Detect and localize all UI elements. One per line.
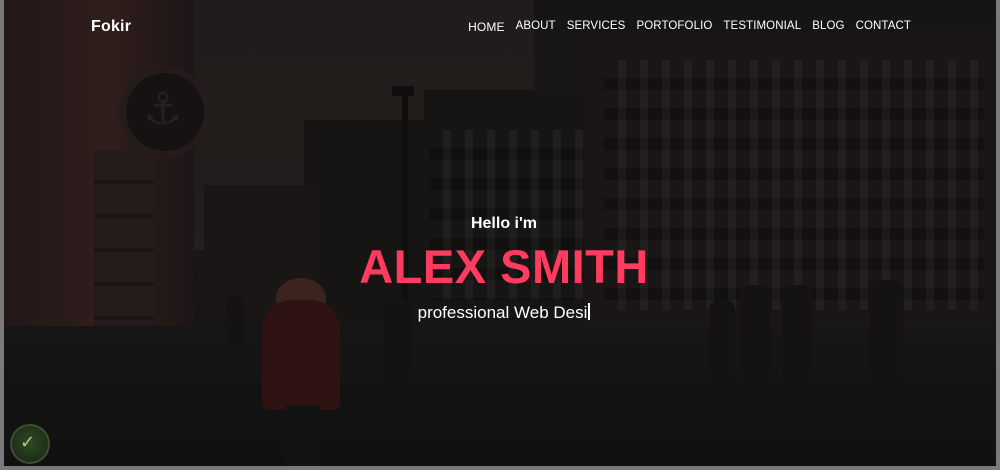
hero-section: Hello i'm ALEX SMITH professional Web De… — [4, 215, 996, 323]
shield-check-icon: ✓ — [20, 432, 36, 453]
nav-item-portfolio[interactable]: PORTOFOLIO — [636, 20, 712, 34]
top-navbar: Fokir HOME ABOUT SERVICES PORTOFOLIO TES… — [4, 0, 996, 56]
nav-item-contact[interactable]: CONTACT — [856, 20, 911, 34]
hero-name: ALEX SMITH — [359, 240, 649, 293]
nav-item-testimonial[interactable]: TESTIMONIAL — [723, 20, 801, 34]
typing-cursor — [588, 303, 591, 320]
nav-item-about[interactable]: ABOUT — [516, 20, 556, 34]
nav-item-blog[interactable]: BLOG — [812, 20, 844, 34]
browser-window: ⚓ Fokir HOME ABOUT SERVICES PORTOFOLIO T… — [0, 0, 1000, 470]
typed-text: professional Web Desi — [417, 303, 588, 322]
brand-logo[interactable]: Fokir — [91, 18, 131, 36]
nav-item-home[interactable]: HOME — [468, 20, 504, 34]
nav-menu: HOME ABOUT SERVICES PORTOFOLIO TESTIMONI… — [457, 20, 911, 34]
hero-typed-role: professional Web Desi — [4, 303, 996, 323]
nav-item-services[interactable]: SERVICES — [567, 20, 626, 34]
hero-greeting: Hello i'm — [470, 215, 538, 232]
